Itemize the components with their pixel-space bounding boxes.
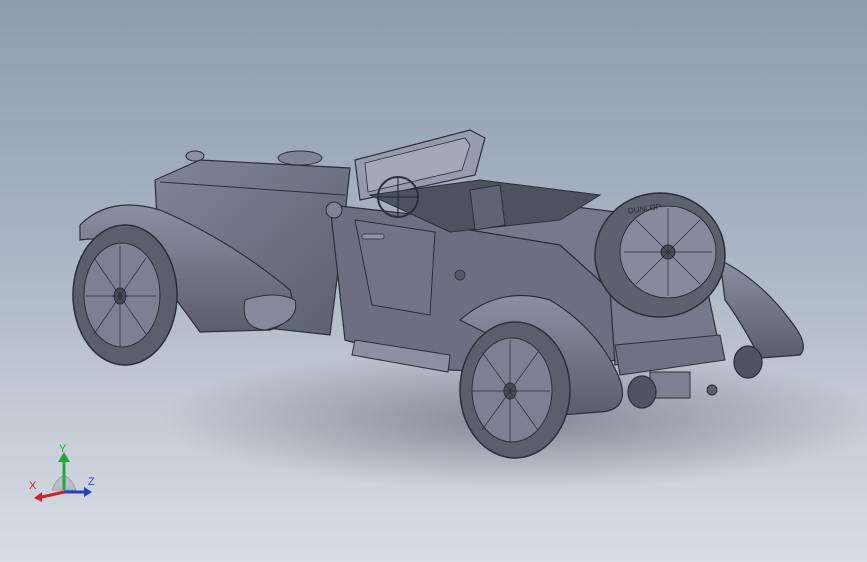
exhaust-tip xyxy=(706,384,718,396)
headlamp xyxy=(185,150,205,162)
right-rear-fender xyxy=(719,258,804,359)
z-axis-arrow xyxy=(84,487,92,497)
x-axis-arrow xyxy=(34,492,42,502)
car-model[interactable]: DUNLOP xyxy=(0,0,867,562)
spare-wheel: DUNLOP xyxy=(594,192,726,318)
side-lamp xyxy=(325,201,343,219)
front-wheel xyxy=(72,224,178,366)
fuel-cap xyxy=(454,269,466,281)
hood-ornament xyxy=(277,150,323,166)
coordinate-triad: X Y Z xyxy=(24,440,104,510)
x-axis-line xyxy=(41,490,65,499)
graphics-viewport[interactable]: DUNLOP X Y Z xyxy=(0,0,867,562)
y-axis-label: Y xyxy=(59,443,67,455)
rear-wheel xyxy=(459,321,571,459)
z-axis-label: Z xyxy=(88,476,95,488)
seat xyxy=(469,184,506,231)
x-axis-label: X xyxy=(29,480,37,492)
tail-light-right xyxy=(733,345,763,379)
tail-light-left xyxy=(627,375,657,409)
door-handle xyxy=(361,233,385,240)
